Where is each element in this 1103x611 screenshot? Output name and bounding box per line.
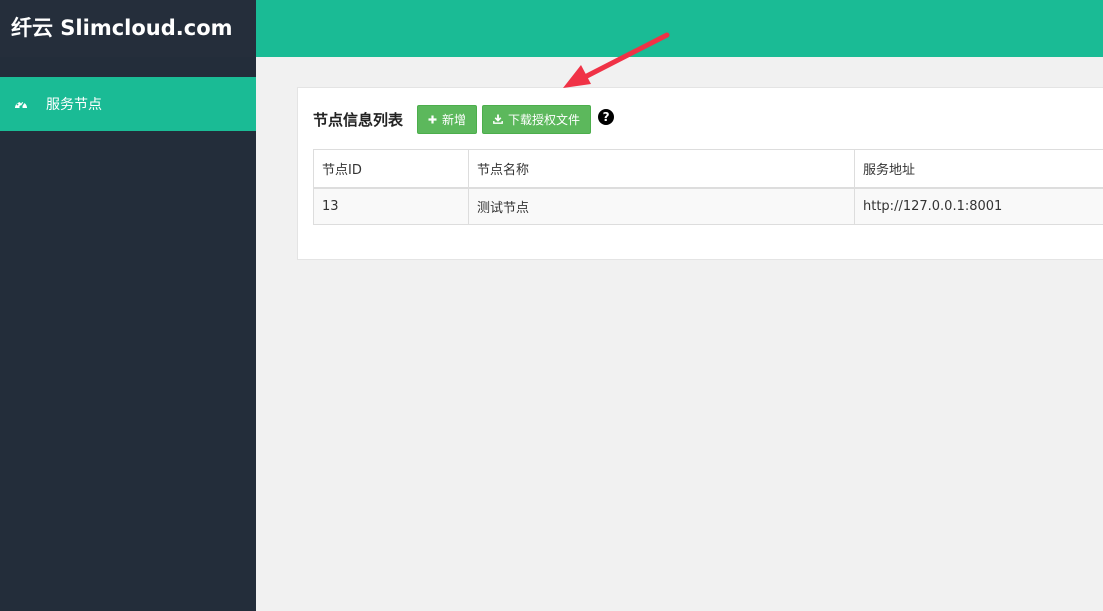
table-row[interactable]: 13 测试节点 http://127.0.0.1:8001 [313,187,1103,225]
add-node-label: 新增 [442,112,467,127]
download-license-label: 下载授权文件 [508,112,581,127]
column-header-node-id[interactable]: 节点ID [313,149,469,189]
column-header-service-address[interactable]: 服务地址 [854,149,1103,189]
panel-header: 节点信息列表 新增 下载授权文件 ? [313,104,615,134]
sidebar-item-label: 服务节点 [46,97,102,113]
question-circle-icon[interactable]: ? [598,109,615,125]
node-list-panel: 节点信息列表 新增 下载授权文件 ? 节点ID 节点名称 服务地址 13 测试节… [297,87,1103,260]
cell-node-id: 13 [313,187,469,225]
page-title: 节点信息列表 [313,110,404,129]
add-node-button[interactable]: 新增 [417,104,478,134]
column-header-node-name[interactable]: 节点名称 [468,149,855,189]
brand-logo[interactable]: 纤云 Slimcloud.com [0,0,256,57]
table-header-row: 节点ID 节点名称 服务地址 [313,149,1103,189]
plus-icon [428,115,437,124]
sidebar-item-service-nodes[interactable]: 服务节点 [0,77,256,131]
cell-service-address: http://127.0.0.1:8001 [854,187,1103,225]
download-icon [493,114,503,124]
node-table: 节点ID 节点名称 服务地址 13 测试节点 http://127.0.0.1:… [313,149,1103,225]
cell-node-name: 测试节点 [468,187,855,225]
dashboard-icon [14,97,28,111]
app-root: 纤云 Slimcloud.com 服务节点 节点信息列表 新增 下载授权文件 ?… [0,0,1103,611]
top-header [256,0,1103,57]
sidebar: 纤云 Slimcloud.com 服务节点 [0,0,256,611]
download-license-button[interactable]: 下载授权文件 [482,104,592,134]
